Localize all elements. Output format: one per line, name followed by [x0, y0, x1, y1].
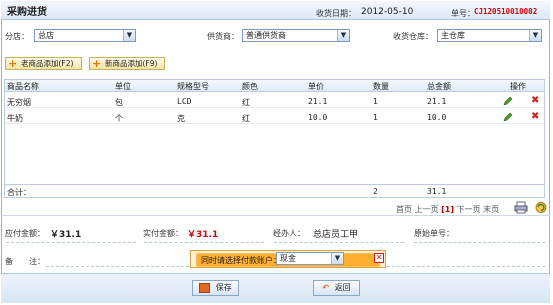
branch-label: 分店：: [5, 32, 29, 41]
payable-label: 应付金额：: [5, 229, 45, 238]
handler-label: 经办人：: [273, 229, 305, 238]
order-no-label: 单号：: [451, 9, 475, 18]
add-new-product-label: 新商品添加(F9): [105, 59, 158, 68]
col-header-action: 操作: [510, 82, 526, 91]
save-button[interactable]: 保存: [192, 280, 239, 296]
footer-bar: [1, 273, 550, 303]
total-qty: 2: [373, 187, 378, 196]
row1-color: 红: [242, 98, 250, 107]
payable-value: ￥31.1: [50, 230, 82, 240]
back-label: 返回: [334, 283, 351, 292]
handler-value: 总店员工甲: [313, 230, 359, 240]
add-new-product-button[interactable]: + 新商品添加(F9): [89, 57, 165, 70]
page-title: 采购进货: [7, 7, 47, 18]
add-old-product-label: 老商品添加(F2): [21, 59, 74, 68]
save-icon: [199, 282, 211, 293]
total-label: 合计：: [7, 188, 31, 197]
total-row: [5, 184, 544, 198]
add-icon: +: [92, 57, 102, 70]
order-no-value: CJ120510010002: [474, 7, 538, 16]
chevron-down-icon: ▼: [123, 30, 135, 41]
supplier-label: 供货商：: [207, 32, 239, 41]
supplier-select-value: 普通供货商: [246, 31, 286, 40]
chevron-down-icon: ▼: [337, 30, 349, 41]
row2-total: 10.0: [427, 113, 447, 122]
paid-underline: [144, 242, 264, 243]
row1-qty: 1: [373, 97, 378, 106]
last-page-link[interactable]: 末页: [483, 205, 499, 214]
col-header-total: 总金额: [427, 82, 451, 91]
warehouse-select-value: 主仓库: [441, 31, 465, 40]
col-header-unit: 单位: [115, 82, 131, 91]
payment-account-label: 同时请选择付款账户：: [201, 256, 281, 265]
branch-select-value: 总店: [38, 31, 54, 40]
current-page: [1]: [441, 205, 454, 214]
row1-total: 21.1: [427, 97, 447, 106]
save-label: 保存: [215, 283, 232, 292]
receive-date-value: 2012-05-10: [361, 7, 414, 17]
back-arrow-icon: ↶: [322, 283, 330, 292]
delete-icon[interactable]: ✖: [531, 96, 539, 106]
add-icon: +: [8, 57, 18, 70]
handler-underline: [274, 242, 404, 243]
table-row: [5, 110, 544, 124]
payment-account-select[interactable]: 现金 ▼: [276, 252, 344, 265]
payable-underline: [6, 242, 136, 243]
table-row: [5, 94, 544, 108]
row1-unit: 包: [115, 98, 123, 107]
chevron-down-icon: ▼: [331, 253, 343, 264]
close-popup-icon[interactable]: ✕: [374, 253, 384, 263]
paid-label: 实付金额：: [143, 229, 183, 238]
col-header-price: 单价: [308, 82, 324, 91]
col-header-color: 颜色: [242, 82, 258, 91]
warehouse-label: 收货仓库：: [393, 32, 433, 41]
col-header-name: 商品名称: [7, 82, 39, 91]
chevron-down-icon: ▼: [529, 30, 541, 41]
edit-icon[interactable]: [503, 96, 513, 106]
row2-color: 红: [242, 114, 250, 123]
row1-name: 无穷烟: [7, 98, 31, 107]
original-no-label: 原始单号：: [414, 229, 454, 238]
add-old-product-button[interactable]: + 老商品添加(F2): [5, 57, 82, 70]
row2-unit: 个: [115, 114, 123, 123]
refresh-icon[interactable]: [534, 201, 548, 214]
first-page-link[interactable]: 首页: [396, 205, 412, 214]
delete-icon[interactable]: ✖: [531, 112, 539, 122]
branch-select[interactable]: 总店 ▼: [34, 29, 136, 42]
row2-qty: 1: [373, 113, 378, 122]
warehouse-select[interactable]: 主仓库 ▼: [437, 29, 542, 42]
row2-name: 牛奶: [7, 114, 23, 123]
row2-spec: 克: [177, 114, 185, 123]
original-no-underline: [414, 242, 545, 243]
edit-icon[interactable]: [503, 112, 513, 122]
payment-account-value: 现金: [280, 254, 296, 263]
col-header-qty: 数量: [373, 82, 389, 91]
divider: [1, 215, 550, 216]
receive-date-label: 收货日期：: [316, 9, 356, 18]
prev-page-link[interactable]: 上一页: [415, 205, 439, 214]
row1-spec: LCD: [177, 97, 192, 106]
col-header-spec: 规格型号: [177, 82, 209, 91]
row1-price: 21.1: [308, 97, 328, 106]
paid-value[interactable]: ￥31.1: [187, 227, 218, 240]
print-icon[interactable]: [514, 201, 528, 214]
total-amount: 31.1: [427, 187, 447, 196]
pagination: 首页 上一页 [1] 下一页 末页: [396, 204, 499, 215]
table-header: [4, 79, 545, 92]
supplier-select[interactable]: 普通供货商 ▼: [242, 29, 350, 42]
next-page-link[interactable]: 下一页: [457, 205, 481, 214]
remark-label: 备 注：: [5, 257, 45, 266]
row2-price: 10.0: [308, 113, 328, 122]
back-button[interactable]: ↶ 返回: [313, 280, 360, 296]
